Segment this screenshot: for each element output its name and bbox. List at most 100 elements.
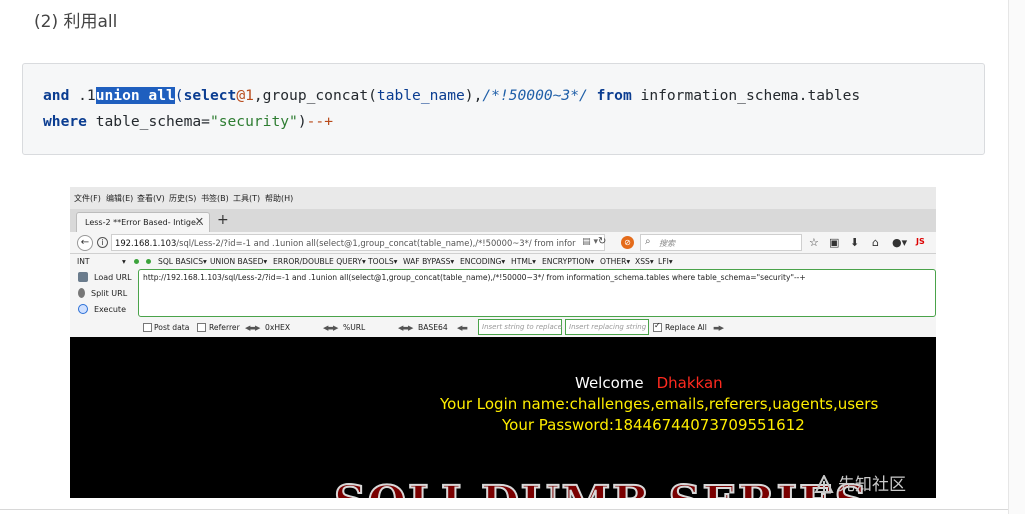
- code-token: (: [174, 87, 184, 104]
- code-comment: /*!50000~3*/: [482, 87, 588, 104]
- base64-label[interactable]: BASE64: [418, 323, 448, 332]
- code-token: ,group_concat(: [253, 87, 377, 104]
- series-banner: SQLI DUMB SERIES: [333, 476, 868, 498]
- code-token: from: [596, 87, 632, 104]
- menu-edit[interactable]: 编辑(E): [106, 193, 133, 204]
- block-icon[interactable]: ⊘: [621, 236, 634, 249]
- menu-encryption[interactable]: ENCRYPTION▾: [542, 257, 594, 266]
- menu-lfi[interactable]: LFI▾: [658, 257, 673, 266]
- search-box[interactable]: ⌕ 搜索: [640, 234, 802, 251]
- url-host: 192.168.1.103: [115, 238, 177, 248]
- int-select[interactable]: INT: [77, 257, 90, 266]
- referrer-checkbox[interactable]: [197, 323, 206, 332]
- watermark-text: 先知社区: [838, 475, 906, 495]
- chevron-down-icon[interactable]: ▾: [122, 257, 126, 266]
- replace-all-label: Replace All: [665, 323, 707, 332]
- encode-arrows-icon[interactable]: ◀▬: [457, 324, 468, 332]
- star-icon[interactable]: ☆: [809, 236, 819, 249]
- menu-tools[interactable]: TOOLS▾: [368, 257, 397, 266]
- menu-error-double-query[interactable]: ERROR/DOUBLE QUERY▾: [273, 257, 366, 266]
- menu-encoding[interactable]: ENCODING▾: [460, 257, 505, 266]
- reload-icon[interactable]: ↻: [598, 236, 606, 247]
- page-content: Welcome Dhakkan Your Login name:challenge…: [70, 337, 936, 498]
- code-token: select: [183, 87, 237, 104]
- browser-menubar: 文件(F) 编辑(E) 查看(V) 历史(S) 书签(B) 工具(T) 帮助(H…: [70, 187, 936, 209]
- replace-placeholder: Insert string to replace: [482, 323, 562, 331]
- code-token: table_schema=: [86, 113, 210, 130]
- menu-tools[interactable]: 工具(T): [233, 193, 260, 204]
- clipboard-icon[interactable]: ▣: [829, 236, 839, 249]
- split-url-button[interactable]: Split URL: [78, 288, 127, 298]
- js-badge[interactable]: JS: [916, 237, 925, 246]
- menu-history[interactable]: 历史(S): [169, 193, 196, 204]
- watermark: 先知社区: [814, 470, 906, 495]
- navigation-toolbar: ← i 192.168.1.103/sql/Less-2/?id=-1 and …: [70, 232, 936, 254]
- replacing-input[interactable]: Insert replacing string: [565, 319, 649, 335]
- split-url-label: Split URL: [91, 289, 128, 298]
- replace-all-checkbox[interactable]: [653, 321, 662, 332]
- url-encode-label[interactable]: %URL: [343, 323, 365, 332]
- hex-label[interactable]: 0xHEX: [265, 323, 290, 332]
- bottom-divider: [0, 509, 1008, 510]
- menu-file[interactable]: 文件(F): [74, 193, 101, 204]
- code-token: ): [297, 113, 307, 130]
- user-name: Dhakkan: [656, 374, 723, 392]
- menu-waf-bypass[interactable]: WAF BYPASS▾: [403, 257, 454, 266]
- encode-arrows-icon[interactable]: ◀▬▶: [245, 324, 260, 332]
- hackbar-toolbar: INT ▾ SQL BASICS▾ UNION BASED▾ ERROR/DOU…: [70, 254, 936, 268]
- menu-xss[interactable]: XSS▾: [635, 257, 654, 266]
- encode-arrows-icon[interactable]: ◀▬▶: [398, 324, 413, 332]
- section-heading: (2) 利用all: [34, 12, 118, 32]
- execute-button[interactable]: Execute: [78, 304, 126, 314]
- url-textarea[interactable]: http://192.168.1.103/sql/Less-2/?id=-1 a…: [138, 269, 936, 317]
- hackbar-panel: Load URL Split URL Execute http://192.16…: [70, 268, 936, 337]
- menu-bookmarks[interactable]: 书签(B): [201, 193, 229, 204]
- tab-title: Less-2 **Error Based- Intige...: [85, 218, 204, 227]
- info-icon[interactable]: i: [97, 237, 108, 248]
- split-icon: [78, 288, 85, 298]
- code-token: table_name: [376, 87, 465, 104]
- menu-other[interactable]: OTHER▾: [600, 257, 630, 266]
- welcome-text: Welcome: [575, 374, 644, 392]
- menu-view[interactable]: 查看(V): [137, 193, 165, 204]
- encode-arrows-icon[interactable]: ◀▬▶: [323, 324, 338, 332]
- page-scrollbar[interactable]: [1008, 0, 1025, 514]
- browser-screenshot: 文件(F) 编辑(E) 查看(V) 历史(S) 书签(B) 工具(T) 帮助(H…: [70, 187, 936, 498]
- replace-arrows-icon[interactable]: ▬▶: [713, 324, 724, 332]
- post-data-label: Post data: [154, 323, 190, 332]
- code-token: --+: [306, 113, 333, 130]
- menu-help[interactable]: 帮助(H): [265, 193, 293, 204]
- execute-icon: [78, 304, 88, 314]
- address-bar[interactable]: 192.168.1.103/sql/Less-2/?id=-1 and .1un…: [111, 234, 605, 251]
- options-row: Post data Referrer ◀▬▶ 0xHEX ◀▬▶ %URL ◀▬…: [70, 318, 936, 337]
- code-token: where: [43, 113, 87, 130]
- tab-strip: Less-2 **Error Based- Intige... ✕ +: [70, 209, 936, 232]
- download-icon[interactable]: ⬇: [850, 236, 859, 249]
- address-text: 192.168.1.103/sql/Less-2/?id=-1 and .1un…: [115, 238, 576, 248]
- dropdown-icon[interactable]: ▤ ▾: [582, 237, 598, 247]
- welcome-line: Welcome Dhakkan: [575, 374, 723, 392]
- menu-union-based[interactable]: UNION BASED▾: [210, 257, 267, 266]
- url-path: /sql/Less-2/?id=-1 and .1union all(selec…: [176, 238, 576, 248]
- execute-label: Execute: [94, 305, 126, 314]
- code-token: @1: [236, 87, 254, 104]
- replace-input[interactable]: Insert string to replace: [478, 319, 562, 335]
- replacing-placeholder: Insert replacing string: [569, 323, 647, 331]
- browser-tab[interactable]: Less-2 **Error Based- Intige... ✕: [76, 212, 210, 232]
- code-block: and .1union all(select@1,group_concat(ta…: [22, 63, 985, 155]
- menu-html[interactable]: HTML▾: [511, 257, 536, 266]
- login-name-line: Your Login name:challenges,emails,refere…: [440, 395, 879, 413]
- close-icon[interactable]: ✕: [195, 215, 204, 228]
- menu-sql-basics[interactable]: SQL BASICS▾: [158, 257, 207, 266]
- code-token: .1: [69, 87, 96, 104]
- load-url-button[interactable]: Load URL: [78, 272, 132, 282]
- code-string: "security": [209, 113, 298, 130]
- back-arrow-icon[interactable]: ←: [77, 235, 93, 251]
- home-icon[interactable]: ⌂: [872, 236, 879, 249]
- referrer-label: Referrer: [209, 323, 240, 332]
- new-tab-icon[interactable]: +: [217, 212, 229, 228]
- post-data-checkbox[interactable]: [143, 323, 152, 332]
- code-token: and: [43, 87, 70, 104]
- globe-icon[interactable]: ●▾: [892, 236, 907, 249]
